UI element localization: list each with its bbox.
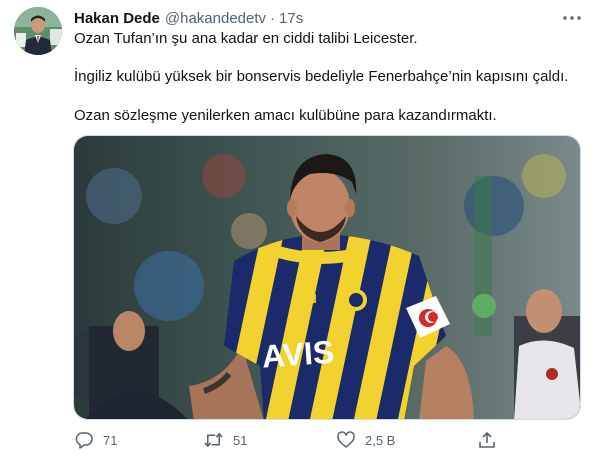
display-name[interactable]: Hakan Dede: [74, 9, 160, 29]
tweet[interactable]: Hakan Dede @hakandedetv · 17s Ozan Tufan…: [0, 0, 597, 458]
avatar[interactable]: [14, 7, 62, 55]
like-icon: [336, 431, 355, 450]
user-handle[interactable]: @hakandedetv: [165, 9, 266, 29]
like-button[interactable]: 2,5 B: [336, 430, 395, 450]
retweet-button[interactable]: 51: [204, 430, 247, 450]
reply-icon: [74, 431, 93, 450]
share-button[interactable]: [477, 430, 496, 450]
like-count: 2,5 B: [365, 432, 396, 448]
tweet-photo[interactable]: AVIS: [73, 135, 581, 420]
share-icon: [477, 431, 496, 450]
tweet-text-line: Ozan Tufan’ın şu ana kadar en ciddi tali…: [74, 30, 418, 47]
timestamp[interactable]: 17s: [279, 9, 303, 29]
retweet-count: 51: [233, 432, 248, 448]
tweet-text-line: İngiliz kulübü yüksek bir bonservis bede…: [74, 68, 569, 85]
tweet-text-line: Ozan sözleşme yenilerken amacı kulübüne …: [74, 107, 497, 124]
jersey-sponsor-text: AVIS: [261, 334, 336, 375]
tweet-header: Hakan Dede @hakandedetv · 17s: [74, 9, 303, 29]
separator-dot: ·: [270, 10, 276, 27]
reply-count: 71: [103, 432, 118, 448]
action-bar: 71 51 2,5 B: [74, 430, 504, 450]
reply-button[interactable]: 71: [74, 430, 117, 450]
more-icon[interactable]: [561, 9, 583, 27]
retweet-icon: [204, 431, 223, 450]
